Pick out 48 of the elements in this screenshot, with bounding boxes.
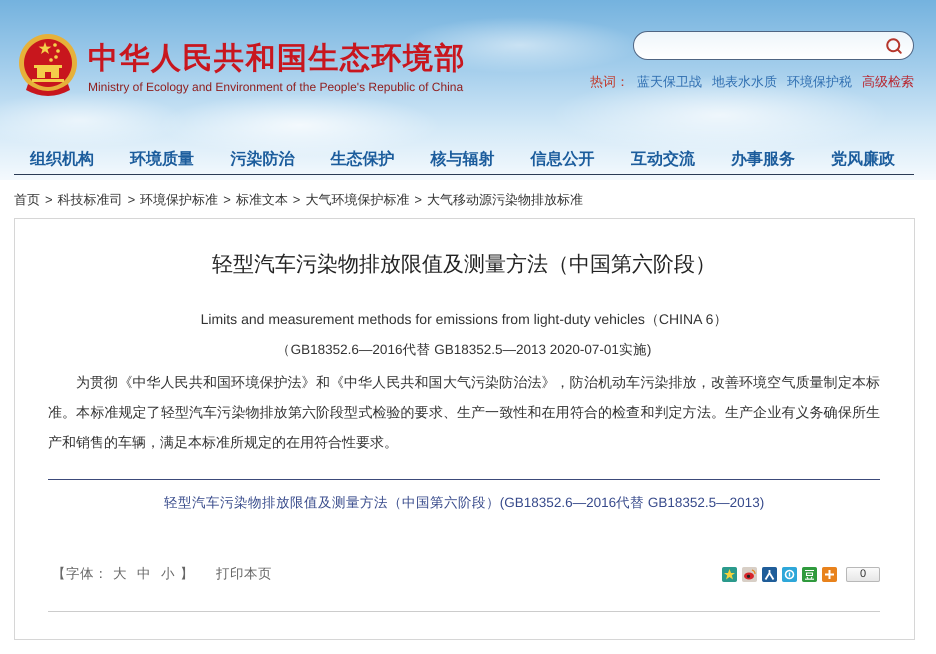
breadcrumb-link[interactable]: 环境保护标准: [140, 191, 218, 209]
breadcrumb-link[interactable]: 标准文本: [236, 191, 288, 209]
bracket-text: 】: [180, 565, 194, 583]
breadcrumb-separator: >: [128, 191, 136, 209]
figure-tile-icon[interactable]: [762, 566, 777, 582]
search-field[interactable]: [633, 31, 914, 60]
nav-item[interactable]: 组织机构: [30, 148, 94, 170]
nav-item[interactable]: 办事服务: [730, 148, 795, 170]
ring-tile-icon[interactable]: [782, 566, 797, 582]
article-title: 轻型汽车污染物排放限值及测量方法（中国第六阶段）: [211, 252, 717, 278]
site-title: 中华人民共和国生态环境部: [88, 42, 466, 76]
font-size-option[interactable]: 大: [113, 565, 127, 583]
lines-tile-icon[interactable]: [802, 566, 817, 582]
search-icon[interactable]: [885, 36, 903, 54]
hot-word-link[interactable]: 环境保护税: [787, 74, 852, 90]
print-link[interactable]: 打印本页: [216, 565, 272, 583]
share-count: 0: [846, 566, 880, 582]
standard-link[interactable]: 轻型汽车污染物排放限值及测量方法（中国第六阶段）(GB18352.6—2016代替 GB18352.5—2013): [164, 493, 764, 513]
breadcrumb-separator: >: [223, 191, 231, 209]
hot-word-link[interactable]: 蓝天保卫战: [637, 74, 702, 90]
eye-tile-icon[interactable]: [742, 566, 757, 582]
nav-item[interactable]: 信息公开: [530, 148, 595, 170]
nav-item[interactable]: 生态保护: [330, 148, 394, 170]
font-size-option[interactable]: 小: [161, 565, 175, 583]
nav-item[interactable]: 互动交流: [630, 148, 695, 170]
emblem-logo: [18, 32, 78, 98]
breadcrumb-separator: >: [414, 191, 422, 209]
hot-word-link[interactable]: 地表水水质: [712, 74, 777, 90]
nav-item[interactable]: 核与辐射: [430, 148, 494, 170]
breadcrumb-link[interactable]: 大气环境保护标准: [305, 191, 410, 209]
nav-item[interactable]: 环境质量: [130, 148, 194, 170]
nav-item[interactable]: 污染防治: [230, 148, 294, 170]
breadcrumb-separator: >: [45, 191, 53, 209]
breadcrumb-separator: >: [292, 191, 300, 209]
breadcrumb-link[interactable]: 首页: [14, 191, 40, 209]
advanced-search-link[interactable]: 高级检索: [862, 74, 914, 90]
font-size-label: 【字体：: [52, 565, 108, 583]
standard-info: （GB18352.6—2016代替 GB18352.5—2013 2020-07-01实施): [276, 341, 652, 359]
font-size-option[interactable]: 中: [137, 565, 151, 583]
article-paragraph: 为贯彻《中华人民共和国环境保护法》和《中华人民共和国大气污染防治法》，防治机动车污染排放，改善环境空气质量制定本标准。本标准规定了轻型汽车污染物排放第六阶段型式检验的要求、生产一致性和在用符合的检查和判定方法。生产企业有义务确保所生产和销售的车辆，满足本标准所规定的在用符合性要求。: [48, 373, 880, 452]
breadcrumb-link[interactable]: 科技标准司: [58, 191, 123, 209]
breadcrumb-link[interactable]: 大气移动源污染物排放标准: [426, 191, 583, 209]
site-subtitle: Ministry of Ecology and Environment of the People's Republic of China: [88, 80, 464, 94]
plus-tile-icon[interactable]: [822, 566, 837, 582]
hot-words-label: 热词：: [590, 74, 629, 90]
nav-item[interactable]: 党风廉政: [831, 148, 895, 170]
star-tile-icon[interactable]: [722, 566, 737, 582]
article-english-title: Limits and measurement methods for emissions from light-duty vehicles（CHINA 6）: [200, 310, 728, 329]
